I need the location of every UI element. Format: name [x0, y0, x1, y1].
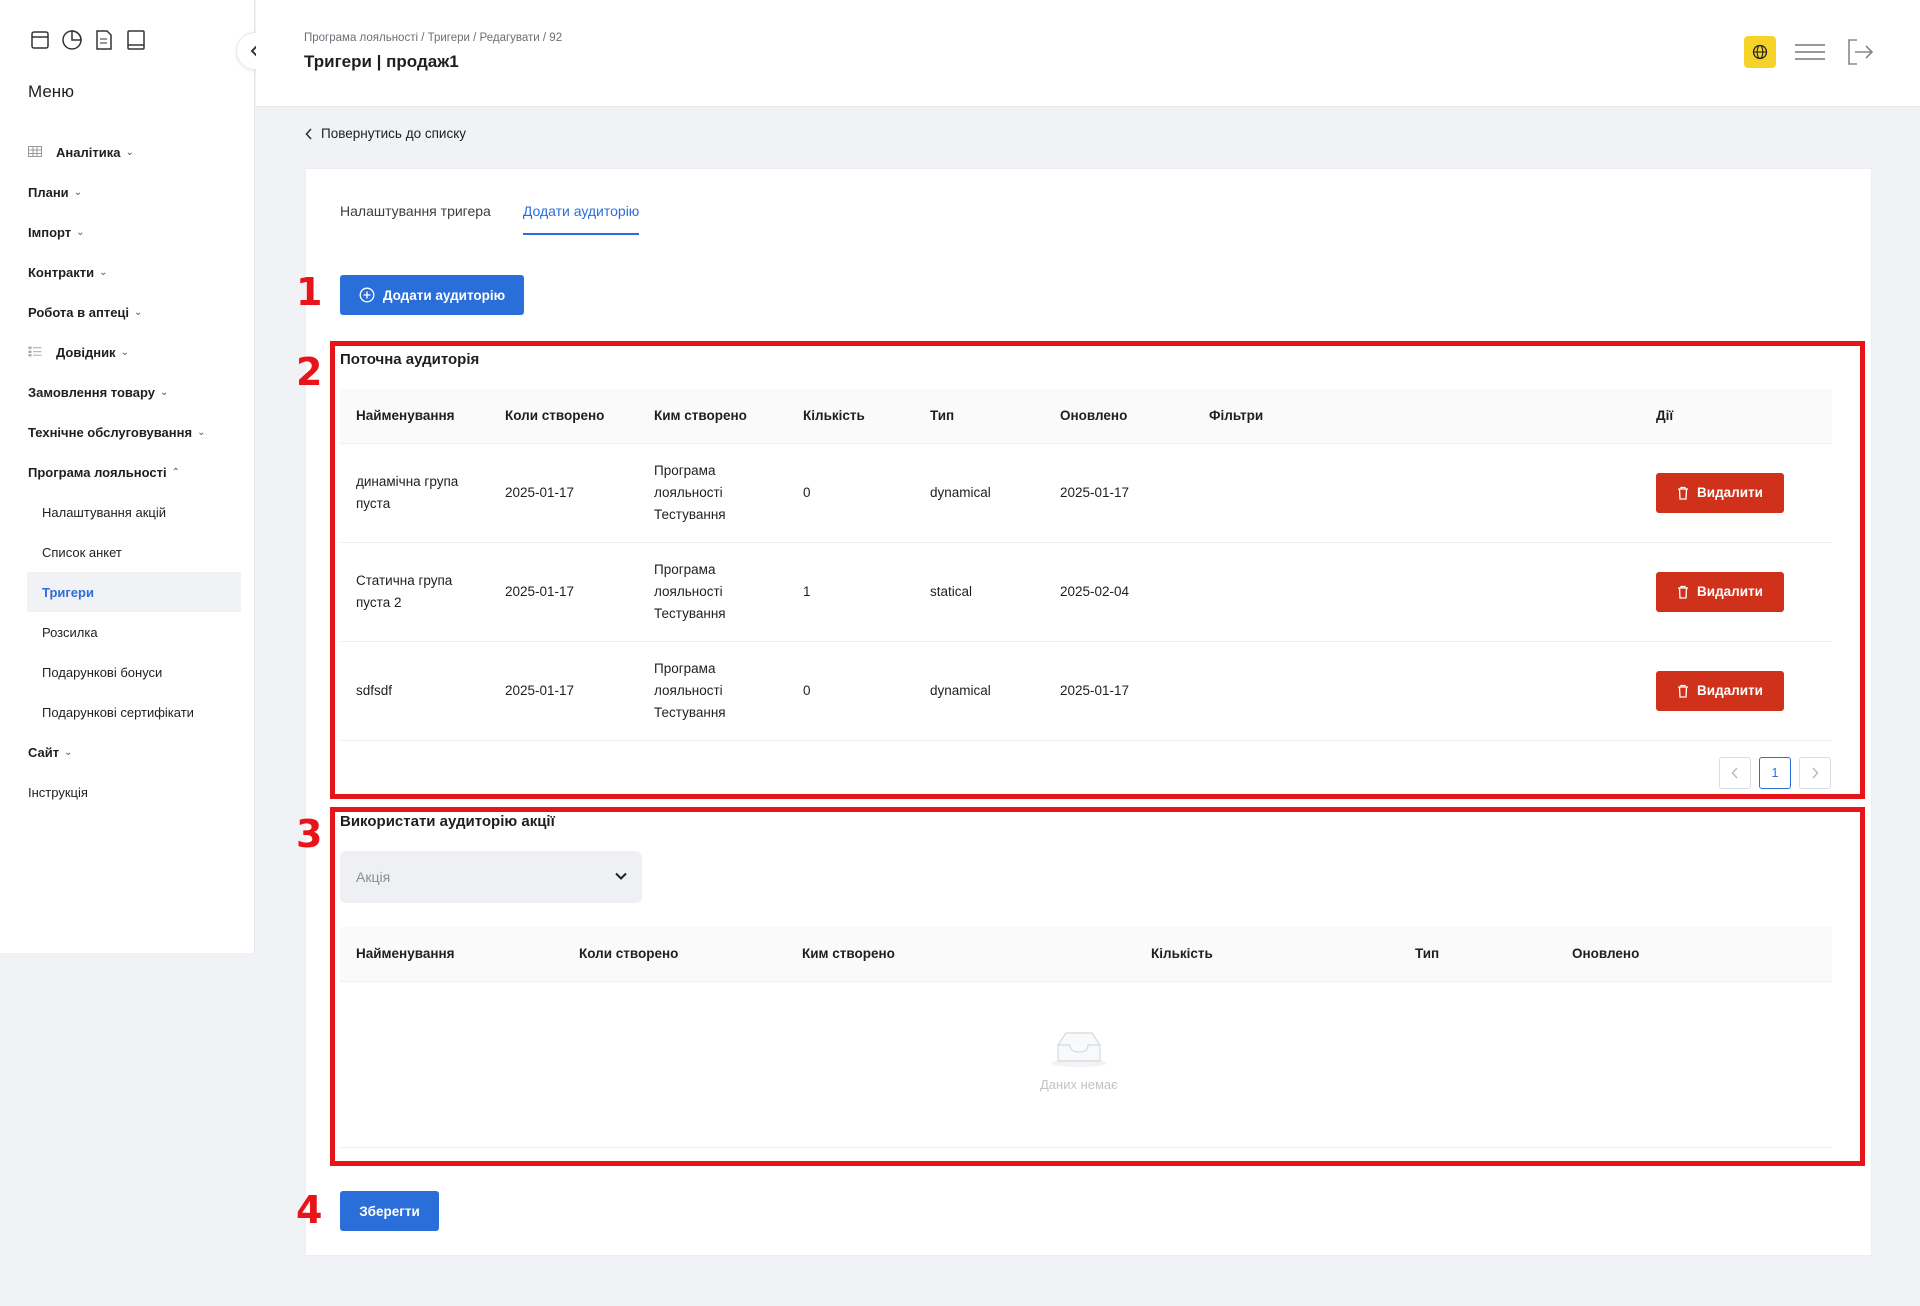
language-button[interactable] [1744, 36, 1776, 68]
header-actions [1744, 36, 1876, 68]
sidebar-top-icons [28, 28, 148, 52]
sidebar-item-label: Замовлення товару [28, 384, 155, 400]
chevron-down-icon: ⌄ [73, 186, 83, 198]
breadcrumb[interactable]: Програма лояльності / Тригери / Редагува… [304, 32, 562, 44]
sidebar-item-reference[interactable]: Довідник ⌄ [0, 332, 255, 372]
sidebar-subitem-surveys[interactable]: Список анкет [0, 532, 255, 572]
sidebar-subitem-label: Тригери [42, 584, 94, 600]
plus-circle-icon [359, 287, 375, 303]
logout-icon [1848, 39, 1874, 65]
sidebar-subitem-label: Подарункові сертифікати [42, 704, 194, 720]
sidebar-item-orders[interactable]: Замовлення товару ⌄ [0, 372, 255, 412]
sidebar-item-site[interactable]: Сайт ⌄ [0, 732, 255, 772]
sidebar-subitem-mailing[interactable]: Розсилка [0, 612, 255, 652]
table-grid-icon [28, 146, 44, 158]
highlight-box-current-audience [330, 341, 1865, 799]
sidebar-subitem-label: Розсилка [42, 624, 98, 640]
sidebar-subitem-label: Список анкет [42, 544, 122, 560]
sidebar-subitem-promo-settings[interactable]: Налаштування акцій [0, 492, 255, 532]
sidebar-subitem-label: Подарункові бонуси [42, 664, 163, 680]
annotation-marker-4: 4 [296, 1188, 323, 1232]
sidebar-item-label: Інструкція [28, 784, 88, 800]
add-audience-label: Додати аудиторію [382, 287, 506, 303]
sidebar-item-import[interactable]: Імпорт ⌄ [0, 212, 255, 252]
highlight-box-promo-audience [330, 807, 1865, 1166]
sidebar-subitem-gift-certificates[interactable]: Подарункові сертифікати [0, 692, 255, 732]
annotation-marker-3: 3 [296, 812, 323, 856]
tab-add-audience[interactable]: Додати аудиторію [522, 191, 640, 235]
globe-icon [1752, 44, 1768, 60]
logout-button[interactable] [1844, 36, 1876, 68]
chevron-down-icon: ⌄ [160, 386, 169, 398]
sidebar-item-label: Імпорт [28, 224, 72, 240]
back-to-list-link[interactable]: Повернутись до списку [305, 126, 466, 141]
back-link-label: Повернутись до списку [321, 126, 467, 141]
sidebar-item-label: Програма лояльності [28, 464, 167, 480]
chevron-down-icon: ⌄ [197, 426, 206, 438]
chevron-down-icon: ⌄ [125, 146, 134, 158]
chevron-down-icon: ⌄ [64, 746, 73, 758]
sidebar-item-label: Контракти [28, 264, 95, 280]
page-header: Програма лояльності / Тригери / Редагува… [256, 0, 1920, 107]
sidebar-item-loyalty[interactable]: Програма лояльності ⌃ [0, 452, 255, 492]
chevron-down-icon: ⌄ [134, 306, 143, 318]
sidebar-item-instruction[interactable]: Інструкція [0, 772, 255, 812]
book-icon[interactable] [124, 28, 148, 52]
hamburger-menu-button[interactable] [1794, 36, 1826, 68]
sidebar: Меню Аналітика ⌄ Плани ⌄ Імпорт ⌄ Контра… [0, 0, 255, 953]
tabs: Налаштування тригера Додати аудиторію [340, 191, 640, 235]
hamburger-icon [1795, 44, 1825, 60]
document-icon[interactable] [92, 28, 116, 52]
menu-title: Меню [28, 82, 74, 101]
chevron-down-icon: ⌄ [76, 226, 85, 238]
list-icon [28, 346, 44, 358]
chevron-up-icon: ⌃ [171, 466, 181, 478]
sidebar-item-maintenance[interactable]: Технічне обслуговування ⌄ [0, 412, 255, 452]
sidebar-item-pharmacy-work[interactable]: Робота в аптеці ⌄ [0, 292, 255, 332]
save-button[interactable]: Зберегти [340, 1191, 439, 1231]
sidebar-item-label: Плани [28, 184, 69, 200]
sidebar-item-plans[interactable]: Плани ⌄ [0, 172, 255, 212]
sidebar-item-contracts[interactable]: Контракти ⌄ [0, 252, 255, 292]
sidebar-subitem-label: Налаштування акцій [42, 504, 166, 520]
archive-icon[interactable] [28, 28, 52, 52]
pie-chart-icon[interactable] [60, 28, 84, 52]
sidebar-item-label: Аналітика [56, 144, 121, 160]
sidebar-item-label: Довідник [56, 344, 116, 360]
annotation-marker-1: 1 [296, 270, 323, 314]
chevron-down-icon: ⌄ [99, 266, 108, 278]
chevron-down-icon: ⌄ [120, 346, 129, 358]
save-label: Зберегти [359, 1203, 420, 1219]
page-title: Тригери | продаж1 [304, 52, 459, 71]
sidebar-subitem-triggers[interactable]: Тригери [27, 572, 241, 612]
sidebar-subitem-gift-bonuses[interactable]: Подарункові бонуси [0, 652, 255, 692]
add-audience-button[interactable]: Додати аудиторію [340, 275, 524, 315]
chevron-left-icon [305, 127, 312, 140]
sidebar-menu: Аналітика ⌄ Плани ⌄ Імпорт ⌄ Контракти ⌄… [0, 132, 255, 812]
sidebar-item-label: Сайт [28, 744, 60, 760]
sidebar-item-analytics[interactable]: Аналітика ⌄ [0, 132, 255, 172]
sidebar-item-label: Робота в аптеці [28, 304, 130, 320]
annotation-marker-2: 2 [296, 350, 323, 394]
sidebar-item-label: Технічне обслуговування [28, 424, 193, 440]
tab-trigger-settings[interactable]: Налаштування тригера [340, 191, 491, 235]
